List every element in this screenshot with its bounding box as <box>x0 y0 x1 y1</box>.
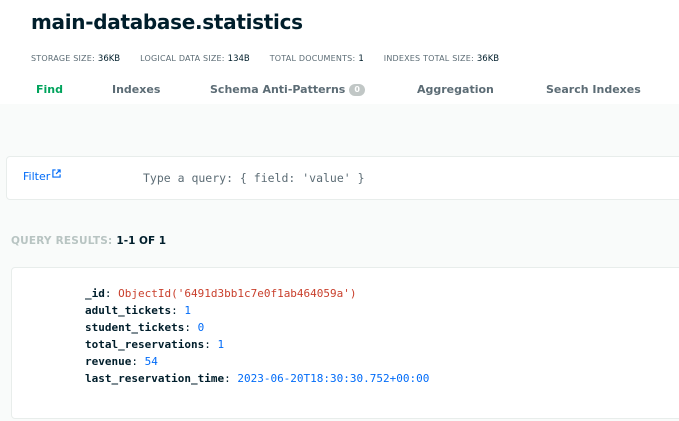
stat-value: 1 <box>358 54 364 64</box>
stat-label: TOTAL DOCUMENTS: <box>269 54 356 63</box>
field-value: ObjectId('6491d3bb1c7e0f1ab464059a') <box>118 287 357 300</box>
query-input[interactable] <box>135 165 671 191</box>
external-link-icon <box>52 168 61 181</box>
document-field: student_tickets: 0 <box>85 321 205 334</box>
document-field: last_reservation_time: 2023-06-20T18:30:… <box>85 372 430 385</box>
page: main-database.statistics STORAGE SIZE: 3… <box>0 0 679 421</box>
tab-label: Schema Anti-Patterns <box>210 83 346 96</box>
field-key: revenue <box>85 355 132 368</box>
tab-schema-anti-patterns[interactable]: Schema Anti-Patterns 0 <box>210 83 365 96</box>
document-card[interactable]: _id: ObjectId('6491d3bb1c7e0f1ab464059a'… <box>11 267 679 419</box>
count-badge: 0 <box>349 83 365 96</box>
field-value: 2023-06-20T18:30:30.752+00:00 <box>237 372 430 385</box>
filter-bar: Filter <box>6 156 679 200</box>
results-label: QUERY RESULTS: <box>11 235 113 247</box>
document-field: _id: ObjectId('6491d3bb1c7e0f1ab464059a'… <box>85 287 357 300</box>
stat-value: 134B <box>227 54 250 64</box>
query-results-summary: QUERY RESULTS: 1-1 OF 1 <box>11 235 166 247</box>
field-key: student_tickets <box>85 321 185 334</box>
field-value: 0 <box>197 321 205 334</box>
filter-link[interactable]: Filter <box>23 168 61 183</box>
stat-label: INDEXES TOTAL SIZE: <box>383 54 474 63</box>
field-value: 1 <box>217 338 225 351</box>
stat-storage-size: STORAGE SIZE: 36KB <box>31 54 120 64</box>
stat-indexes-total-size: INDEXES TOTAL SIZE: 36KB <box>384 54 499 64</box>
stat-label: LOGICAL DATA SIZE: <box>140 54 225 63</box>
stat-value: 36KB <box>97 54 121 64</box>
document-field: total_reservations: 1 <box>85 338 225 351</box>
stat-total-documents: TOTAL DOCUMENTS: 1 <box>270 54 364 64</box>
tab-find[interactable]: Find <box>36 83 63 96</box>
filter-label: Filter <box>23 170 51 183</box>
collection-title: main-database.statistics <box>31 10 303 34</box>
document-body: _id: ObjectId('6491d3bb1c7e0f1ab464059a'… <box>85 285 429 387</box>
collection-stats: STORAGE SIZE: 36KB LOGICAL DATA SIZE: 13… <box>31 52 519 66</box>
tab-aggregation[interactable]: Aggregation <box>417 83 494 96</box>
field-value: 54 <box>144 355 158 368</box>
collection-tabs: Find Indexes Schema Anti-Patterns 0 Aggr… <box>0 80 679 104</box>
tab-indexes[interactable]: Indexes <box>112 83 160 96</box>
field-value: 1 <box>184 304 191 317</box>
field-key: _id <box>85 287 105 300</box>
stat-label: STORAGE SIZE: <box>31 54 95 63</box>
tab-search-indexes[interactable]: Search Indexes <box>546 83 641 96</box>
field-key: total_reservations <box>85 338 205 351</box>
field-key: last_reservation_time <box>85 372 225 385</box>
document-field: revenue: 54 <box>85 355 158 368</box>
field-key: adult_tickets <box>85 304 172 317</box>
results-count: 1-1 OF 1 <box>116 235 167 247</box>
stat-logical-data-size: LOGICAL DATA SIZE: 134B <box>140 54 250 64</box>
document-field: adult_tickets: 1 <box>85 304 191 317</box>
collection-header: main-database.statistics STORAGE SIZE: 3… <box>0 0 679 104</box>
stat-value: 36KB <box>476 54 500 64</box>
